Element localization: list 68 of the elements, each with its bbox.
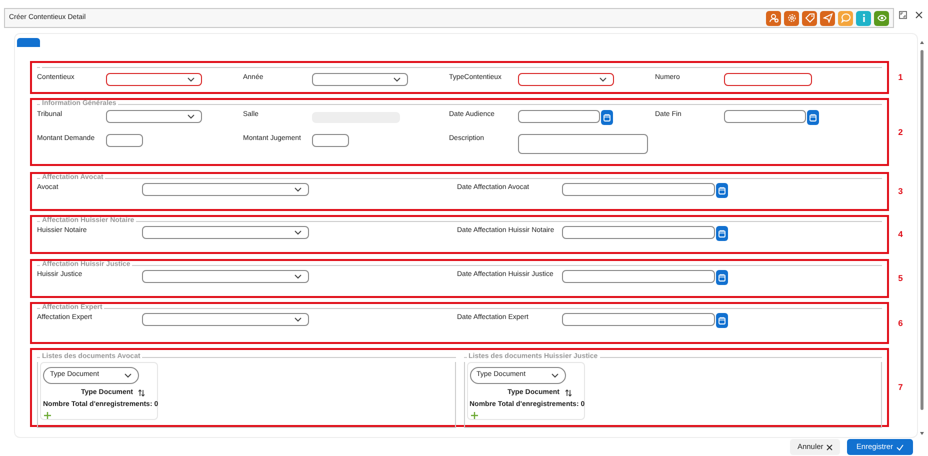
toolbar-button[interactable] xyxy=(838,10,853,26)
close-icon xyxy=(826,444,834,450)
section-number: 4 xyxy=(897,228,904,241)
sort-icon[interactable] xyxy=(138,389,145,398)
add-icon[interactable] xyxy=(470,412,478,419)
select-field[interactable] xyxy=(106,110,202,123)
check-icon xyxy=(896,444,904,450)
send-icon xyxy=(822,13,832,23)
select-field[interactable] xyxy=(142,270,309,283)
toolbar-button[interactable] xyxy=(874,10,889,26)
chevron-down-icon xyxy=(294,274,302,279)
toolbar-button[interactable] xyxy=(856,10,871,26)
view-icon xyxy=(876,13,886,23)
calendar-button[interactable] xyxy=(716,183,728,198)
date-field[interactable] xyxy=(562,226,715,239)
section-number: 3 xyxy=(897,185,904,198)
chat-icon xyxy=(840,13,850,23)
input-field[interactable] xyxy=(312,134,349,147)
input-field[interactable] xyxy=(724,73,812,86)
chevron-down-icon xyxy=(294,230,302,235)
settings-icon xyxy=(786,13,796,23)
calendar-button[interactable] xyxy=(716,270,728,285)
calendar-button[interactable] xyxy=(716,313,728,328)
chevron-down-icon xyxy=(187,77,195,82)
section-number: 1 xyxy=(897,71,904,84)
select-field[interactable] xyxy=(106,73,202,86)
calendar-icon xyxy=(718,229,726,238)
input-field[interactable] xyxy=(106,134,143,147)
date-field[interactable] xyxy=(562,183,715,196)
sort-icon[interactable] xyxy=(564,389,572,398)
calendar-button[interactable] xyxy=(807,110,819,125)
calendar-icon xyxy=(809,113,817,122)
chevron-down-icon xyxy=(124,373,132,378)
section-number: 7 xyxy=(897,381,904,394)
toolbar-button[interactable] xyxy=(802,10,817,26)
chevron-down-icon xyxy=(187,114,195,119)
expand-icon[interactable] xyxy=(899,11,907,19)
text-area[interactable] xyxy=(518,134,648,154)
calendar-icon xyxy=(718,273,726,282)
chevron-down-icon xyxy=(294,317,302,322)
select-field[interactable] xyxy=(142,183,309,196)
select-field[interactable] xyxy=(518,73,614,86)
select-field[interactable] xyxy=(142,313,309,326)
add-icon[interactable] xyxy=(44,412,51,419)
date-field[interactable] xyxy=(562,270,715,283)
calendar-icon xyxy=(603,113,611,122)
select-field[interactable] xyxy=(142,226,309,239)
section-number: 2 xyxy=(897,126,904,138)
calendar-button[interactable] xyxy=(716,226,728,241)
toolbar-button[interactable] xyxy=(820,10,835,26)
date-field[interactable] xyxy=(562,313,715,326)
chevron-down-icon xyxy=(599,77,607,82)
user-gear-icon xyxy=(768,13,778,23)
toolbar-button[interactable] xyxy=(784,10,799,26)
select-field[interactable] xyxy=(312,73,408,86)
calendar-icon xyxy=(718,316,726,325)
toolbar-button[interactable] xyxy=(766,10,781,26)
chevron-down-icon xyxy=(294,187,302,192)
close-icon[interactable] xyxy=(915,11,923,19)
date-field[interactable] xyxy=(724,110,806,123)
chevron-down-icon xyxy=(393,77,401,82)
date-field[interactable] xyxy=(518,110,600,123)
section-number: 6 xyxy=(897,316,904,330)
section-number: 5 xyxy=(897,272,904,285)
tag-icon xyxy=(804,13,814,23)
chevron-down-icon xyxy=(550,373,558,378)
calendar-icon xyxy=(718,186,726,195)
calendar-button[interactable] xyxy=(601,110,613,125)
